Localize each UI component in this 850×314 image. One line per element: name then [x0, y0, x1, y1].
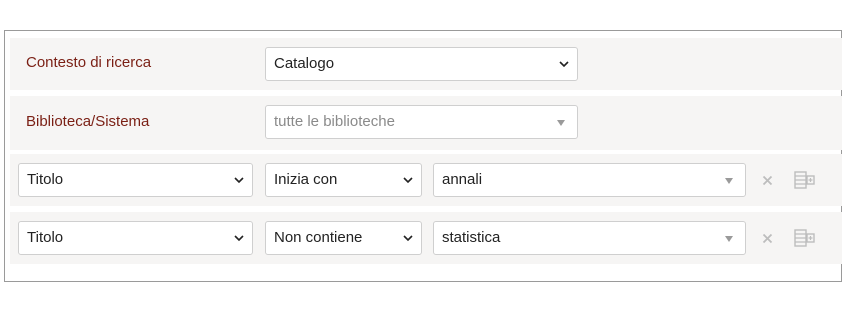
- chevron-down-icon: [403, 177, 413, 184]
- term-combobox-1[interactable]: annali: [433, 163, 746, 197]
- dropdown-arrow-icon: [725, 236, 733, 242]
- search-context-value: Catalogo: [274, 55, 335, 72]
- term-value: annali: [442, 171, 483, 188]
- library-label: Biblioteca/Sistema: [26, 113, 150, 130]
- dropdown-arrow-icon: [725, 178, 733, 184]
- search-context-label: Contesto di ricerca: [26, 54, 152, 71]
- field-select-2[interactable]: Titolo: [18, 221, 253, 255]
- search-context-select[interactable]: Catalogo: [265, 47, 578, 81]
- library-placeholder: tutte le biblioteche: [274, 113, 395, 130]
- term-combobox-2[interactable]: statistica: [433, 221, 746, 255]
- chevron-down-icon: [403, 235, 413, 242]
- dropdown-arrow-icon: [557, 120, 565, 126]
- field-select-value: Titolo: [27, 229, 64, 246]
- operator-select-value: Inizia con: [274, 171, 338, 188]
- operator-select-value: Non contiene: [274, 229, 363, 246]
- close-icon[interactable]: [762, 175, 773, 186]
- field-select-1[interactable]: Titolo: [18, 163, 253, 197]
- field-select-value: Titolo: [27, 171, 64, 188]
- library-select[interactable]: tutte le biblioteche: [265, 105, 578, 139]
- chevron-down-icon: [559, 61, 569, 68]
- operator-select-1[interactable]: Inizia con: [265, 163, 422, 197]
- chevron-down-icon: [234, 177, 244, 184]
- term-value: statistica: [442, 229, 501, 246]
- close-icon[interactable]: [762, 233, 773, 244]
- chevron-down-icon: [234, 235, 244, 242]
- add-row-icon[interactable]: [794, 228, 816, 248]
- add-row-icon[interactable]: [794, 170, 816, 190]
- operator-select-2[interactable]: Non contiene: [265, 221, 422, 255]
